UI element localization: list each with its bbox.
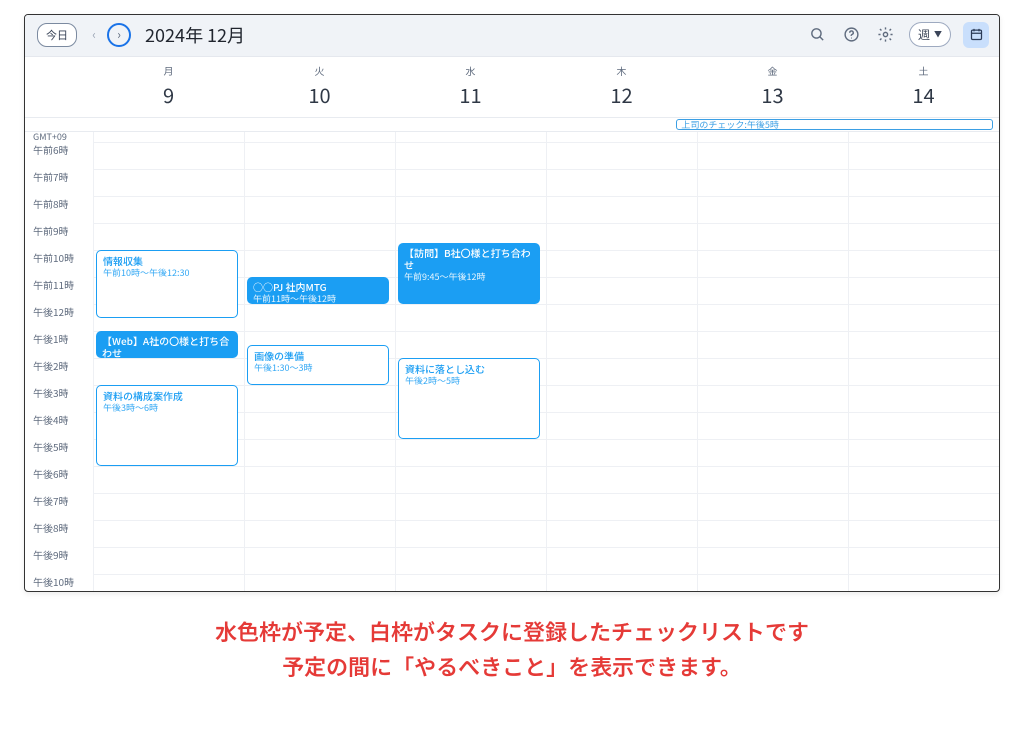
- allday-event[interactable]: 上司のチェック:午後5時: [676, 119, 993, 130]
- hour-label: 午後5時: [25, 439, 93, 466]
- help-icon[interactable]: [841, 24, 863, 46]
- calendar-window: 今日 ‹ › 2024年 12月 週 ▼ 月: [24, 14, 1000, 592]
- gear-icon[interactable]: [875, 24, 897, 46]
- calendar-task[interactable]: 資料に落とし込む 午後2時～5時: [398, 358, 540, 439]
- calendar-event[interactable]: 【訪問】B社〇様と打ち合わせ 午前9:45～午後12時: [398, 243, 540, 304]
- day-header[interactable]: 土 14: [848, 57, 999, 117]
- event-title: 画像の準備: [254, 350, 382, 362]
- day-of-week-label: 水: [395, 63, 546, 78]
- view-label: 週: [918, 26, 930, 43]
- calendar-event[interactable]: 【Web】A社の〇様と打ち合わせ 午後1時～2時: [96, 331, 238, 358]
- timezone-label: GMT+09: [25, 132, 93, 142]
- day-number-label: 10: [244, 80, 395, 109]
- hour-label: 午前7時: [25, 169, 93, 196]
- hour-label: 午後2時: [25, 358, 93, 385]
- day-column[interactable]: 情報収集 午前10時～午後12:30 【Web】A社の〇様と打ち合わせ 午後1時～…: [93, 132, 244, 592]
- day-of-week-label: 木: [546, 63, 697, 78]
- day-header[interactable]: 月 9: [93, 57, 244, 117]
- hour-label: 午後4時: [25, 412, 93, 439]
- event-time: 午前9:45～午後12時: [404, 271, 534, 283]
- caption-text: 水色枠が予定、白枠がタスクに登録したチェックリストです 予定の間に「やるべきこと…: [0, 592, 1024, 714]
- hour-label: 午後10時: [25, 574, 93, 592]
- event-time: 午後2時～5時: [405, 375, 533, 387]
- view-switcher[interactable]: 週 ▼: [909, 22, 951, 47]
- day-columns: 情報収集 午前10時～午後12:30 【Web】A社の〇様と打ち合わせ 午後1時～…: [93, 132, 999, 592]
- next-arrow-icon[interactable]: ›: [107, 23, 131, 47]
- chevron-down-icon: ▼: [934, 29, 942, 40]
- time-labels-column: GMT+09 午前6時午前7時午前8時午前9時午前10時午前11時午後12時午後…: [25, 132, 93, 592]
- day-header[interactable]: 金 13: [697, 57, 848, 117]
- toolbar-right: 週 ▼: [807, 22, 989, 48]
- hour-label: 午後6時: [25, 466, 93, 493]
- day-column[interactable]: [848, 132, 999, 592]
- day-of-week-label: 火: [244, 63, 395, 78]
- day-number-label: 12: [546, 80, 697, 109]
- calendar-task[interactable]: 資料の構成案作成 午後3時～6時: [96, 385, 238, 466]
- day-header[interactable]: 木 12: [546, 57, 697, 117]
- allday-row: 上司のチェック:午後5時: [25, 118, 999, 132]
- hour-label: 午後7時: [25, 493, 93, 520]
- calendar-task[interactable]: 画像の準備 午後1:30～3時: [247, 345, 389, 386]
- day-header[interactable]: 火 10: [244, 57, 395, 117]
- hour-label: 午後8時: [25, 520, 93, 547]
- day-of-week-label: 土: [848, 63, 999, 78]
- event-time: 午前10時～午後12:30: [103, 267, 231, 279]
- event-time: 午後3時～6時: [103, 402, 231, 414]
- date-nav: ‹ ›: [87, 23, 131, 47]
- hour-label: 午後9時: [25, 547, 93, 574]
- today-button[interactable]: 今日: [37, 23, 77, 47]
- search-icon[interactable]: [807, 24, 829, 46]
- prev-arrow-icon[interactable]: ‹: [87, 28, 101, 42]
- calendar-event[interactable]: ○○PJ 社内MTG 午前11時～午後12時: [247, 277, 389, 304]
- day-number-label: 13: [697, 80, 848, 109]
- day-number-label: 14: [848, 80, 999, 109]
- day-of-week-label: 金: [697, 63, 848, 78]
- day-column[interactable]: [546, 132, 697, 592]
- day-of-week-label: 月: [93, 63, 244, 78]
- event-title: 【訪問】B社〇様と打ち合わせ: [404, 247, 534, 271]
- time-grid: GMT+09 午前6時午前7時午前8時午前9時午前10時午前11時午後12時午後…: [25, 132, 999, 592]
- event-time: 午前11時～午後12時: [253, 293, 383, 304]
- calendar-icon[interactable]: [963, 22, 989, 48]
- hour-label: 午前6時: [25, 142, 93, 169]
- day-number-label: 11: [395, 80, 546, 109]
- day-number-label: 9: [93, 80, 244, 109]
- hour-label: 午前9時: [25, 223, 93, 250]
- day-column[interactable]: 【訪問】B社〇様と打ち合わせ 午前9:45～午後12時資料に落とし込む 午後2時…: [395, 132, 546, 592]
- event-time: 午後1:30～3時: [254, 362, 382, 374]
- calendar-task[interactable]: 情報収集 午前10時～午後12:30: [96, 250, 238, 318]
- hour-label: 午後12時: [25, 304, 93, 331]
- day-column[interactable]: [697, 132, 848, 592]
- caption-line-1: 水色枠が予定、白枠がタスクに登録したチェックリストです: [20, 614, 1004, 649]
- day-header-row: 月 9火 10水 11木 12金 13土 14: [25, 57, 999, 118]
- hour-label: 午前10時: [25, 250, 93, 277]
- day-header[interactable]: 水 11: [395, 57, 546, 117]
- top-toolbar: 今日 ‹ › 2024年 12月 週 ▼: [25, 15, 999, 57]
- hour-label: 午後3時: [25, 385, 93, 412]
- hour-label: 午後1時: [25, 331, 93, 358]
- hour-label: 午前11時: [25, 277, 93, 304]
- caption-line-2: 予定の間に「やるべきこと」を表示できます。: [20, 649, 1004, 684]
- hour-label: 午前8時: [25, 196, 93, 223]
- day-column[interactable]: ○○PJ 社内MTG 午前11時～午後12時画像の準備 午後1:30～3時: [244, 132, 395, 592]
- current-month-label: 2024年 12月: [145, 22, 245, 48]
- event-title: 【Web】A社の〇様と打ち合わせ: [102, 335, 232, 358]
